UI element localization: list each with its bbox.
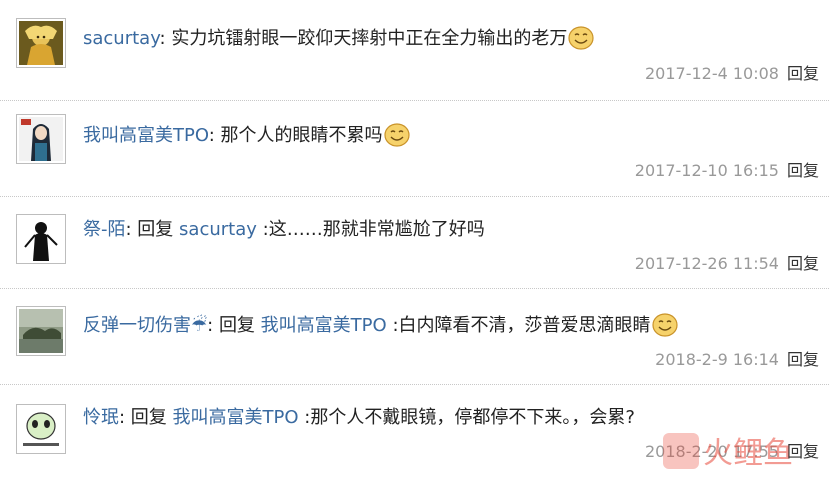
reply-button[interactable]: 回复: [787, 64, 819, 83]
comment-meta: 2017-12-26 11:54 回复: [635, 253, 819, 275]
reply-word: 回复: [137, 219, 174, 240]
comment-text: :这……那就非常尴尬了好吗: [262, 219, 485, 240]
lake-landscape-avatar-icon: [19, 309, 63, 353]
reply-word: 回复: [130, 407, 167, 428]
anime-character-avatar-icon: [19, 117, 63, 161]
comment-text: :白内障看不清，莎普爱思滴眼睛: [392, 315, 651, 336]
comment-text: :那个人不戴眼镜，停都停不下来。，会累?: [304, 407, 635, 428]
reply-target-username[interactable]: 我叫高富美TPO: [261, 315, 387, 336]
smiley-emoji-icon: [568, 26, 594, 50]
divider: [0, 384, 829, 385]
comment-line: 我叫高富美TPO: 那个人的眼睛不累吗: [83, 122, 410, 150]
comment-username[interactable]: 我叫高富美TPO: [83, 125, 209, 146]
comment-item: 祭-陌: 回复 sacurtay :这……那就非常尴尬了好吗 2017-12-2…: [0, 198, 829, 290]
reply-button[interactable]: 回复: [787, 350, 819, 369]
avatar[interactable]: [16, 18, 66, 68]
watermark-logo-icon: 火鲤鱼: [663, 433, 793, 471]
smiley-emoji-icon: [383, 123, 410, 147]
avatar[interactable]: [16, 114, 66, 164]
comment-item: sacurtay: 实力坑镭射眼一跤仰天摔射中正在全力输出的老万 2017-12…: [0, 10, 829, 102]
reply-button[interactable]: 回复: [787, 254, 819, 273]
comment-username[interactable]: 反弹一切伤害☔: [83, 315, 207, 336]
comment-meta: 2017-12-10 16:15 回复: [635, 160, 819, 182]
reply-target-username[interactable]: sacurtay: [179, 219, 257, 240]
comment-date: 2017-12-10 16:15: [634, 161, 779, 180]
divider: [0, 100, 829, 101]
comment-username[interactable]: sacurtay: [83, 28, 160, 49]
reply-target-username[interactable]: 我叫高富美TPO: [173, 407, 299, 428]
golden-armor-avatar-icon: [19, 21, 63, 65]
comment-text: 实力坑镭射眼一跤仰天摔射中正在全力输出的老万: [171, 28, 568, 49]
cartoon-face-avatar-icon: [19, 407, 63, 451]
comment-item: 我叫高富美TPO: 那个人的眼睛不累吗 2017-12-10 16:15 回复: [0, 102, 829, 194]
divider: [0, 196, 829, 197]
smiley-emoji-icon: [651, 313, 678, 337]
comment-line: 祭-陌: 回复 sacurtay :这……那就非常尴尬了好吗: [83, 219, 485, 240]
reply-word: 回复: [218, 315, 255, 336]
avatar[interactable]: [16, 404, 66, 454]
avatar[interactable]: [16, 214, 66, 264]
comment-date: 2017-12-4 10:08: [644, 64, 779, 83]
avatar[interactable]: [16, 306, 66, 356]
comment-date: 2018-2-9 16:14: [655, 350, 779, 369]
comment-item: 反弹一切伤害☔: 回复 我叫高富美TPO :白内障看不清，莎普爱思滴眼睛 201…: [0, 290, 829, 382]
silhouette-avatar-icon: [19, 217, 63, 261]
comment-meta: 2017-12-4 10:08 回复: [645, 63, 819, 85]
divider: [0, 288, 829, 289]
watermark-text: 火鲤鱼: [703, 436, 793, 471]
comment-line: sacurtay: 实力坑镭射眼一跤仰天摔射中正在全力输出的老万: [83, 25, 594, 53]
comment-date: 2017-12-26 11:54: [634, 254, 779, 273]
comment-line: 怜珉: 回复 我叫高富美TPO :那个人不戴眼镜，停都停不下来。，会累?: [83, 407, 635, 428]
comment-username[interactable]: 祭-陌: [83, 219, 126, 240]
comment-meta: 2018-2-9 16:14 回复: [655, 349, 819, 371]
reply-button[interactable]: 回复: [787, 161, 819, 180]
comment-username[interactable]: 怜珉: [83, 407, 119, 428]
comment-text: 那个人的眼睛不累吗: [220, 125, 383, 146]
comment-line: 反弹一切伤害☔: 回复 我叫高富美TPO :白内障看不清，莎普爱思滴眼睛: [83, 312, 678, 340]
